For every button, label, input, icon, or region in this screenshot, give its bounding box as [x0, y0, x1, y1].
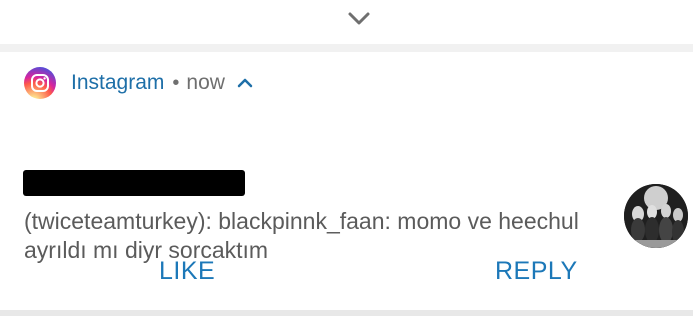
- redacted-title: [23, 170, 245, 196]
- notification-actions: LIKE REPLY: [0, 257, 693, 293]
- reply-button[interactable]: REPLY: [495, 257, 578, 286]
- app-name: Instagram: [71, 71, 165, 94]
- notification-time: now: [186, 71, 225, 94]
- notification-shade-header: [0, 0, 693, 44]
- chevron-up-icon[interactable]: [237, 77, 253, 89]
- notification-header: Instagram • now: [24, 66, 253, 100]
- avatar: [624, 184, 688, 248]
- chevron-down-icon[interactable]: [346, 8, 372, 28]
- instagram-icon: [24, 67, 56, 99]
- like-button[interactable]: LIKE: [159, 257, 215, 286]
- notification-card[interactable]: Instagram • now (twiceteamturkey): black…: [0, 52, 693, 310]
- bottom-divider: [0, 310, 693, 316]
- header-separator: •: [172, 71, 180, 94]
